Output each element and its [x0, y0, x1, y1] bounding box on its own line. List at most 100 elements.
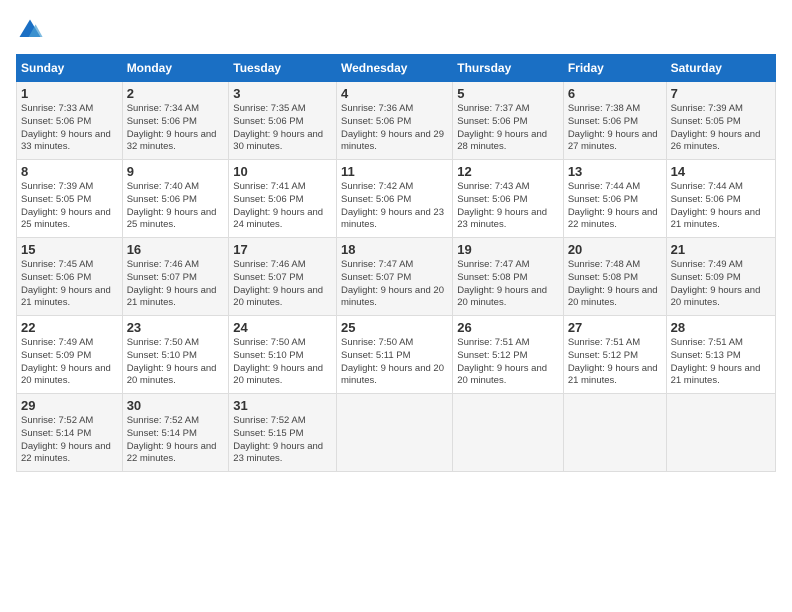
day-info: Sunrise: 7:50 AM Sunset: 5:11 PM Dayligh… [341, 337, 448, 388]
day-info: Sunrise: 7:52 AM Sunset: 5:14 PM Dayligh… [127, 415, 225, 466]
calendar-week-row: 15 Sunrise: 7:45 AM Sunset: 5:06 PM Dayl… [17, 238, 776, 316]
day-number: 6 [568, 86, 662, 101]
day-number: 23 [127, 320, 225, 335]
empty-day-cell [337, 394, 453, 472]
calendar-day-cell: 20 Sunrise: 7:48 AM Sunset: 5:08 PM Dayl… [563, 238, 666, 316]
calendar-day-cell: 27 Sunrise: 7:51 AM Sunset: 5:12 PM Dayl… [563, 316, 666, 394]
day-info: Sunrise: 7:41 AM Sunset: 5:06 PM Dayligh… [233, 181, 332, 232]
calendar-day-cell: 21 Sunrise: 7:49 AM Sunset: 5:09 PM Dayl… [666, 238, 775, 316]
calendar-week-row: 8 Sunrise: 7:39 AM Sunset: 5:05 PM Dayli… [17, 160, 776, 238]
day-number: 27 [568, 320, 662, 335]
weekday-header-saturday: Saturday [666, 55, 775, 82]
calendar-day-cell: 2 Sunrise: 7:34 AM Sunset: 5:06 PM Dayli… [122, 82, 229, 160]
day-number: 17 [233, 242, 332, 257]
calendar-day-cell: 17 Sunrise: 7:46 AM Sunset: 5:07 PM Dayl… [229, 238, 337, 316]
page-container: SundayMondayTuesdayWednesdayThursdayFrid… [16, 16, 776, 472]
weekday-header-row: SundayMondayTuesdayWednesdayThursdayFrid… [17, 55, 776, 82]
calendar-day-cell: 23 Sunrise: 7:50 AM Sunset: 5:10 PM Dayl… [122, 316, 229, 394]
day-number: 5 [457, 86, 559, 101]
logo-icon [16, 16, 44, 44]
calendar-week-row: 22 Sunrise: 7:49 AM Sunset: 5:09 PM Dayl… [17, 316, 776, 394]
day-number: 9 [127, 164, 225, 179]
day-info: Sunrise: 7:44 AM Sunset: 5:06 PM Dayligh… [671, 181, 771, 232]
day-info: Sunrise: 7:50 AM Sunset: 5:10 PM Dayligh… [127, 337, 225, 388]
day-number: 4 [341, 86, 448, 101]
calendar-day-cell: 11 Sunrise: 7:42 AM Sunset: 5:06 PM Dayl… [337, 160, 453, 238]
calendar-day-cell: 25 Sunrise: 7:50 AM Sunset: 5:11 PM Dayl… [337, 316, 453, 394]
day-info: Sunrise: 7:44 AM Sunset: 5:06 PM Dayligh… [568, 181, 662, 232]
calendar-week-row: 29 Sunrise: 7:52 AM Sunset: 5:14 PM Dayl… [17, 394, 776, 472]
calendar-day-cell: 28 Sunrise: 7:51 AM Sunset: 5:13 PM Dayl… [666, 316, 775, 394]
header [16, 16, 776, 44]
calendar-day-cell: 29 Sunrise: 7:52 AM Sunset: 5:14 PM Dayl… [17, 394, 123, 472]
calendar-day-cell: 19 Sunrise: 7:47 AM Sunset: 5:08 PM Dayl… [453, 238, 564, 316]
calendar-table: SundayMondayTuesdayWednesdayThursdayFrid… [16, 54, 776, 472]
day-number: 13 [568, 164, 662, 179]
day-info: Sunrise: 7:52 AM Sunset: 5:15 PM Dayligh… [233, 415, 332, 466]
day-info: Sunrise: 7:38 AM Sunset: 5:06 PM Dayligh… [568, 103, 662, 154]
day-info: Sunrise: 7:47 AM Sunset: 5:08 PM Dayligh… [457, 259, 559, 310]
calendar-day-cell: 9 Sunrise: 7:40 AM Sunset: 5:06 PM Dayli… [122, 160, 229, 238]
day-info: Sunrise: 7:51 AM Sunset: 5:12 PM Dayligh… [457, 337, 559, 388]
day-number: 2 [127, 86, 225, 101]
day-number: 14 [671, 164, 771, 179]
day-number: 25 [341, 320, 448, 335]
day-info: Sunrise: 7:39 AM Sunset: 5:05 PM Dayligh… [21, 181, 118, 232]
calendar-week-row: 1 Sunrise: 7:33 AM Sunset: 5:06 PM Dayli… [17, 82, 776, 160]
day-info: Sunrise: 7:35 AM Sunset: 5:06 PM Dayligh… [233, 103, 332, 154]
day-info: Sunrise: 7:43 AM Sunset: 5:06 PM Dayligh… [457, 181, 559, 232]
weekday-header-sunday: Sunday [17, 55, 123, 82]
calendar-day-cell: 22 Sunrise: 7:49 AM Sunset: 5:09 PM Dayl… [17, 316, 123, 394]
day-number: 15 [21, 242, 118, 257]
day-number: 20 [568, 242, 662, 257]
weekday-header-friday: Friday [563, 55, 666, 82]
day-number: 1 [21, 86, 118, 101]
day-info: Sunrise: 7:46 AM Sunset: 5:07 PM Dayligh… [233, 259, 332, 310]
day-number: 12 [457, 164, 559, 179]
day-info: Sunrise: 7:49 AM Sunset: 5:09 PM Dayligh… [21, 337, 118, 388]
day-number: 28 [671, 320, 771, 335]
day-info: Sunrise: 7:37 AM Sunset: 5:06 PM Dayligh… [457, 103, 559, 154]
day-number: 16 [127, 242, 225, 257]
day-info: Sunrise: 7:51 AM Sunset: 5:13 PM Dayligh… [671, 337, 771, 388]
empty-day-cell [666, 394, 775, 472]
calendar-day-cell: 24 Sunrise: 7:50 AM Sunset: 5:10 PM Dayl… [229, 316, 337, 394]
day-number: 24 [233, 320, 332, 335]
weekday-header-monday: Monday [122, 55, 229, 82]
empty-day-cell [453, 394, 564, 472]
calendar-day-cell: 7 Sunrise: 7:39 AM Sunset: 5:05 PM Dayli… [666, 82, 775, 160]
day-info: Sunrise: 7:50 AM Sunset: 5:10 PM Dayligh… [233, 337, 332, 388]
calendar-day-cell: 16 Sunrise: 7:46 AM Sunset: 5:07 PM Dayl… [122, 238, 229, 316]
day-info: Sunrise: 7:36 AM Sunset: 5:06 PM Dayligh… [341, 103, 448, 154]
day-number: 29 [21, 398, 118, 413]
logo [16, 16, 48, 44]
day-info: Sunrise: 7:49 AM Sunset: 5:09 PM Dayligh… [671, 259, 771, 310]
calendar-day-cell: 1 Sunrise: 7:33 AM Sunset: 5:06 PM Dayli… [17, 82, 123, 160]
calendar-day-cell: 12 Sunrise: 7:43 AM Sunset: 5:06 PM Dayl… [453, 160, 564, 238]
calendar-day-cell: 15 Sunrise: 7:45 AM Sunset: 5:06 PM Dayl… [17, 238, 123, 316]
day-info: Sunrise: 7:51 AM Sunset: 5:12 PM Dayligh… [568, 337, 662, 388]
calendar-day-cell: 6 Sunrise: 7:38 AM Sunset: 5:06 PM Dayli… [563, 82, 666, 160]
calendar-day-cell: 3 Sunrise: 7:35 AM Sunset: 5:06 PM Dayli… [229, 82, 337, 160]
calendar-day-cell: 13 Sunrise: 7:44 AM Sunset: 5:06 PM Dayl… [563, 160, 666, 238]
day-info: Sunrise: 7:39 AM Sunset: 5:05 PM Dayligh… [671, 103, 771, 154]
weekday-header-wednesday: Wednesday [337, 55, 453, 82]
day-number: 3 [233, 86, 332, 101]
calendar-day-cell: 4 Sunrise: 7:36 AM Sunset: 5:06 PM Dayli… [337, 82, 453, 160]
day-number: 31 [233, 398, 332, 413]
day-number: 7 [671, 86, 771, 101]
day-info: Sunrise: 7:52 AM Sunset: 5:14 PM Dayligh… [21, 415, 118, 466]
calendar-day-cell: 8 Sunrise: 7:39 AM Sunset: 5:05 PM Dayli… [17, 160, 123, 238]
day-info: Sunrise: 7:46 AM Sunset: 5:07 PM Dayligh… [127, 259, 225, 310]
day-number: 11 [341, 164, 448, 179]
day-info: Sunrise: 7:40 AM Sunset: 5:06 PM Dayligh… [127, 181, 225, 232]
day-info: Sunrise: 7:47 AM Sunset: 5:07 PM Dayligh… [341, 259, 448, 310]
day-info: Sunrise: 7:33 AM Sunset: 5:06 PM Dayligh… [21, 103, 118, 154]
day-info: Sunrise: 7:48 AM Sunset: 5:08 PM Dayligh… [568, 259, 662, 310]
weekday-header-tuesday: Tuesday [229, 55, 337, 82]
calendar-day-cell: 14 Sunrise: 7:44 AM Sunset: 5:06 PM Dayl… [666, 160, 775, 238]
day-number: 18 [341, 242, 448, 257]
calendar-day-cell: 30 Sunrise: 7:52 AM Sunset: 5:14 PM Dayl… [122, 394, 229, 472]
day-number: 30 [127, 398, 225, 413]
day-number: 26 [457, 320, 559, 335]
